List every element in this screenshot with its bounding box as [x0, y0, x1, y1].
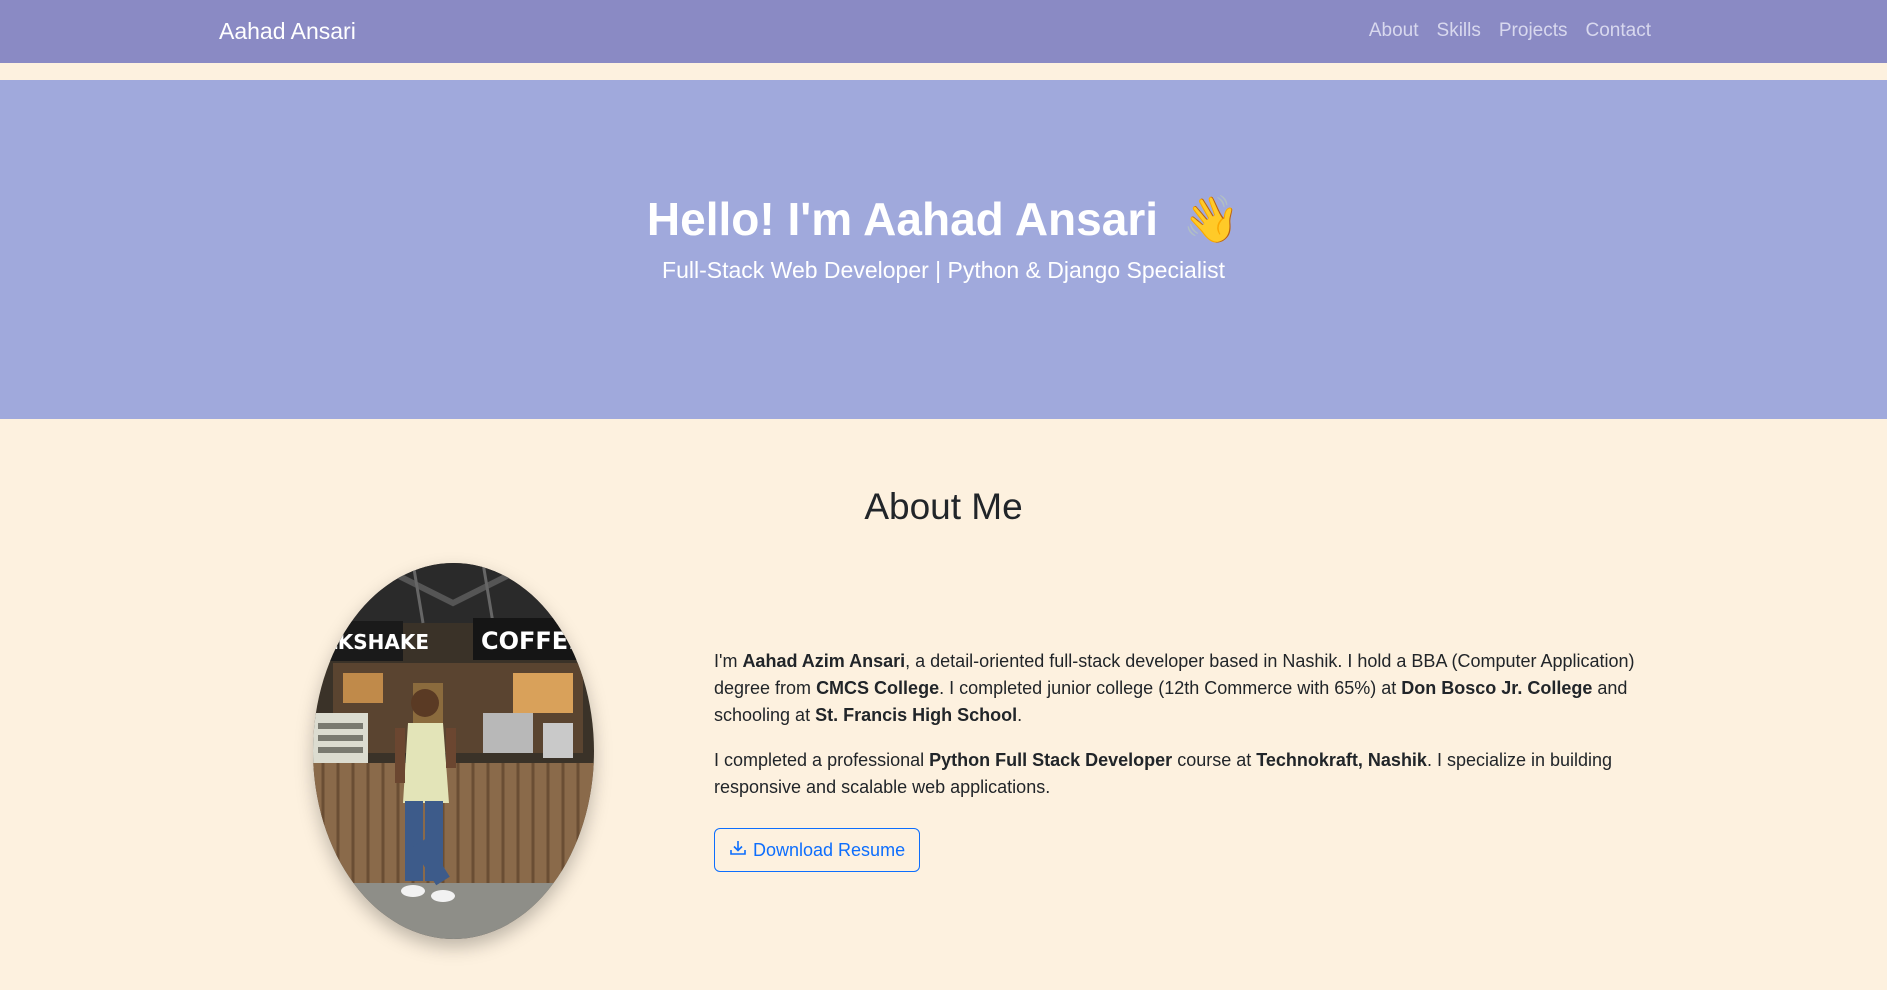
- hero-section: Hello! I'm Aahad Ansari 👋 Full-Stack Web…: [0, 80, 1887, 419]
- about-paragraph-2: I completed a professional Python Full S…: [714, 747, 1654, 801]
- download-resume-button[interactable]: Download Resume: [714, 828, 921, 872]
- brand-link[interactable]: Aahad Ansari: [219, 18, 356, 45]
- nav-link-about[interactable]: About: [1369, 20, 1419, 42]
- about-paragraph-1: I'm Aahad Azim Ansari, a detail-oriented…: [714, 648, 1654, 729]
- hero-title: Hello! I'm Aahad Ansari 👋: [0, 192, 1887, 247]
- hero-title-text: Hello! I'm Aahad Ansari: [646, 193, 1158, 245]
- text: I'm: [714, 651, 743, 671]
- school-bold: St. Francis High School: [815, 705, 1018, 725]
- institute-bold: Technokraft, Nashik: [1256, 750, 1427, 770]
- nav-link-contact[interactable]: Contact: [1586, 20, 1651, 42]
- svg-text:LKSHAKE: LKSHAKE: [325, 630, 429, 654]
- profile-photo: LKSHAKE COFFEE: [313, 563, 594, 939]
- nav-link-skills[interactable]: Skills: [1437, 20, 1481, 42]
- about-heading: About Me: [864, 486, 1023, 527]
- navbar: Aahad Ansari About Skills Projects Conta…: [0, 0, 1887, 63]
- nav-link-projects[interactable]: Projects: [1499, 20, 1568, 42]
- junior-college-bold: Don Bosco Jr. College: [1401, 678, 1593, 698]
- nav-links: About Skills Projects Contact: [1369, 20, 1651, 42]
- download-icon: [729, 839, 747, 862]
- about-text: I'm Aahad Azim Ansari, a detail-oriented…: [714, 648, 1654, 819]
- college-bold: CMCS College: [816, 678, 940, 698]
- text: course at: [1172, 750, 1257, 770]
- text: I completed a professional: [714, 750, 930, 770]
- course-bold: Python Full Stack Developer: [929, 750, 1173, 770]
- text: . I completed junior college (12th Comme…: [939, 678, 1402, 698]
- svg-text:COFFEE: COFFEE: [481, 627, 585, 655]
- text: .: [1017, 705, 1023, 725]
- hero-subtitle: Full-Stack Web Developer | Python & Djan…: [662, 257, 1225, 283]
- waving-hand-icon: 👋: [1182, 193, 1241, 245]
- download-resume-label: Download Resume: [753, 839, 906, 860]
- name-bold: Aahad Azim Ansari: [742, 651, 906, 671]
